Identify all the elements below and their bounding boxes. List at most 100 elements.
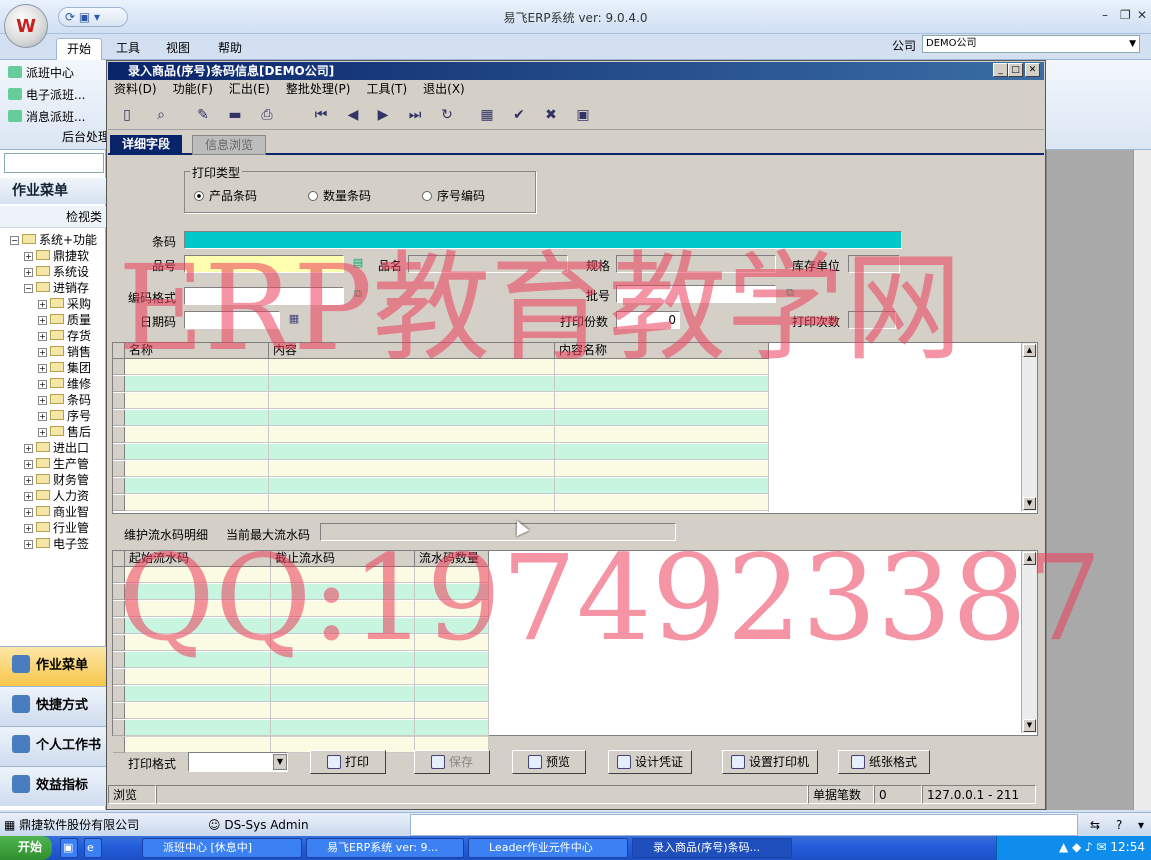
tree-node[interactable]: + 生产管 [24, 456, 106, 472]
tree-node[interactable]: + 条码 [38, 392, 106, 408]
radio-serial-code[interactable]: 序号编码 [422, 187, 485, 204]
tree-node[interactable]: + 集团 [38, 360, 106, 376]
ribbon-item-e-dispatch[interactable]: 电子派班... [8, 86, 85, 104]
scroll-up-icon[interactable]: ▲ [1023, 344, 1036, 357]
row-header[interactable] [113, 567, 125, 583]
tree-node[interactable]: + 序号 [38, 408, 106, 424]
serial-range-grid[interactable]: 起始流水码 截止流水码 流水码数量 ▲ ▼ [112, 550, 1038, 754]
tab-detail-fields[interactable]: 详细字段 [110, 135, 183, 155]
tree-node[interactable]: + 质量 [38, 312, 106, 328]
expand-icon[interactable]: + [24, 524, 33, 533]
row-header[interactable] [113, 495, 125, 511]
row-header[interactable] [113, 410, 125, 426]
refresh-icon[interactable]: ↻ [438, 106, 456, 124]
table-row[interactable] [125, 427, 769, 443]
row-header[interactable] [113, 635, 125, 651]
column-header[interactable]: 内容名称 [555, 343, 769, 359]
row-header[interactable] [113, 686, 125, 702]
start-button[interactable]: 开始 [0, 836, 52, 860]
table-row[interactable] [125, 686, 489, 702]
child-maximize-icon[interactable]: □ [1008, 63, 1023, 77]
app-close-icon[interactable]: ✕ [1137, 8, 1147, 22]
task-erp-main[interactable]: 易飞ERP系统 ver: 9... [306, 838, 464, 858]
table-row[interactable] [125, 461, 769, 477]
expand-icon[interactable]: + [24, 476, 33, 485]
item-no-input[interactable] [184, 255, 344, 273]
app-minimize-icon[interactable]: – [1102, 8, 1108, 22]
delete-icon[interactable]: ▬ [226, 106, 244, 124]
expand-icon[interactable]: + [24, 268, 33, 277]
status-chevron-icon[interactable]: ▾ [1134, 814, 1150, 836]
radio-product-barcode[interactable]: 产品条码 [194, 187, 257, 204]
row-header[interactable] [113, 461, 125, 477]
row-header[interactable] [113, 703, 125, 719]
confirm-icon[interactable]: ✔ [510, 106, 528, 124]
print-button[interactable]: 打印 [310, 750, 386, 774]
table-row[interactable] [125, 635, 489, 651]
tree-node[interactable]: + 人力资 [24, 488, 106, 504]
print-icon[interactable]: ⎙ [258, 106, 276, 124]
network-icon[interactable]: ⇆ [1086, 814, 1106, 836]
menu-search-input[interactable] [4, 153, 104, 173]
table-row[interactable] [125, 720, 489, 736]
tab-info-browse[interactable]: 信息浏览 [192, 135, 267, 155]
tree-node[interactable]: + 售后 [38, 424, 106, 440]
task-barcode-entry[interactable]: 录入商品(序号)条码... [632, 838, 792, 858]
quicklaunch-ie-icon[interactable]: e [84, 838, 102, 858]
table-row[interactable] [125, 703, 489, 719]
menu-export[interactable]: 汇出(E) [229, 82, 270, 96]
ribbon-tab-view[interactable]: 视图 [156, 38, 200, 60]
row-header[interactable] [113, 618, 125, 634]
expand-icon[interactable]: + [24, 540, 33, 549]
new-icon[interactable]: ▯ [118, 106, 136, 124]
barcode-input[interactable] [184, 231, 902, 249]
column-header[interactable]: 名称 [125, 343, 269, 359]
row-header[interactable] [113, 584, 125, 600]
date-code-input[interactable] [184, 311, 280, 329]
help-icon[interactable]: ? [1112, 814, 1132, 836]
tree-node[interactable]: + 行业管 [24, 520, 106, 536]
row-header[interactable] [113, 393, 125, 409]
calculator-icon[interactable]: ▦ [478, 106, 496, 124]
code-format-input[interactable] [184, 287, 344, 305]
column-header[interactable]: 流水码数量 [415, 551, 489, 567]
lot-input[interactable] [616, 285, 776, 303]
prev-record-icon[interactable]: ◀ [344, 106, 362, 124]
preview-button[interactable]: 预览 [512, 750, 586, 774]
tree-node[interactable]: + 系统设 [24, 264, 106, 280]
picture-icon[interactable]: ▣ [574, 106, 592, 124]
row-header[interactable] [113, 737, 125, 753]
app-restore-icon[interactable]: ❐ [1120, 8, 1131, 22]
task-leader-center[interactable]: Leader作业元件中心 [468, 838, 628, 858]
scroll-down-icon[interactable]: ▼ [1023, 497, 1036, 510]
ribbon-item-message-dispatch[interactable]: 消息派班... [8, 108, 85, 126]
expand-icon[interactable]: + [38, 396, 47, 405]
tree-node[interactable]: + 商业智 [24, 504, 106, 520]
expand-icon[interactable]: + [24, 492, 33, 501]
next-record-icon[interactable]: ▶ [374, 106, 392, 124]
menu-sub-header[interactable]: 检视类 [0, 206, 106, 228]
lot-lookup-icon[interactable]: ⧉ [782, 286, 798, 302]
scroll-down-icon[interactable]: ▼ [1023, 719, 1036, 732]
tree-node[interactable]: + 维修 [38, 376, 106, 392]
expand-icon[interactable]: + [38, 332, 47, 341]
tree-node[interactable]: + 电子签 [24, 536, 106, 552]
menu-data[interactable]: 资料(D) [114, 82, 157, 96]
barcode-detail-grid[interactable]: 名称 内容 内容名称 ▲ ▼ [112, 342, 1038, 514]
column-header[interactable]: 截止流水码 [271, 551, 415, 567]
expand-icon[interactable]: + [38, 380, 47, 389]
menu-tools[interactable]: 工具(T) [366, 82, 407, 96]
table-row[interactable] [125, 376, 769, 392]
expand-icon[interactable]: + [38, 300, 47, 309]
tree-node[interactable]: − 进销存 [24, 280, 106, 296]
design-voucher-button[interactable]: 设计凭证 [608, 750, 692, 774]
expand-icon[interactable]: + [24, 460, 33, 469]
expand-icon[interactable]: + [38, 428, 47, 437]
child-minimize-icon[interactable]: _ [993, 63, 1008, 77]
tray-icons[interactable]: ▲ ◆ ♪ ✉ [1059, 840, 1110, 854]
table-row[interactable] [125, 618, 489, 634]
table-row[interactable] [125, 444, 769, 460]
grid-scrollbar[interactable]: ▲ ▼ [1021, 343, 1037, 511]
print-format-select[interactable]: ▼ [188, 752, 288, 772]
app-logo-icon[interactable]: W [4, 4, 48, 48]
